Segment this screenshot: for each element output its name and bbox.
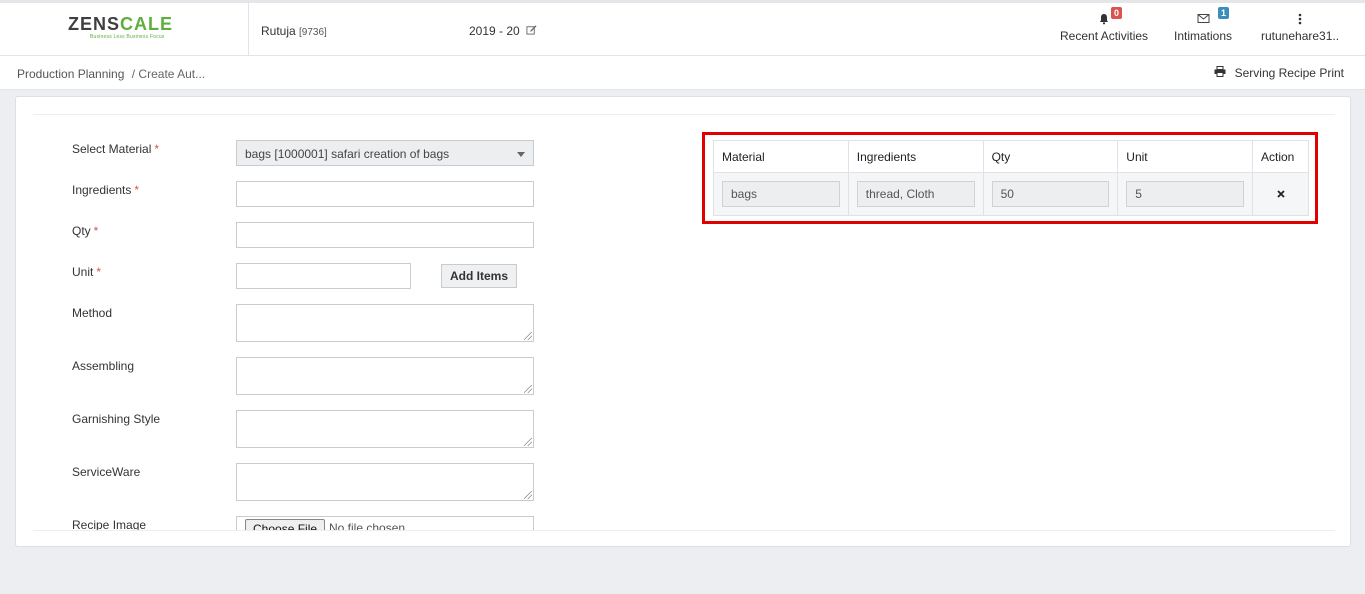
resize-handle-icon[interactable]	[524, 385, 532, 393]
user-name: Rutuja	[261, 24, 296, 38]
user-id: [9736]	[299, 27, 327, 38]
chevron-down-icon	[517, 152, 525, 157]
main-panel: Select Material * bags [1000001] safari c…	[15, 96, 1351, 547]
intimations-label: Intimations	[1174, 29, 1233, 43]
vertical-dots-icon	[1261, 13, 1339, 29]
qty-input[interactable]	[236, 222, 534, 248]
serviceware-textarea[interactable]	[236, 463, 534, 501]
material-label: Select Material *	[72, 142, 160, 156]
unit-label: Unit *	[72, 265, 102, 279]
activities-badge: 0	[1111, 7, 1123, 19]
header-divider	[248, 3, 249, 56]
serviceware-label: ServiceWare	[72, 465, 141, 479]
col-ingredients-header: Ingredients	[847, 140, 984, 173]
print-label: Serving Recipe Print	[1234, 66, 1344, 80]
resize-handle-icon[interactable]	[524, 332, 532, 340]
ingredients-label: Ingredients *	[72, 183, 140, 197]
user-menu-label: rutunehare31..	[1261, 29, 1340, 43]
user-info: Rutuja [9736]	[261, 24, 327, 38]
qty-label: Qty *	[72, 224, 99, 238]
breadcrumb: Production Planning / Create Aut...	[17, 67, 205, 81]
printer-icon	[1214, 66, 1226, 80]
panel-bottom-divider	[33, 530, 1335, 531]
method-textarea[interactable]	[236, 304, 534, 342]
col-qty-header: Qty	[982, 140, 1119, 173]
material-readonly-field: bags	[722, 181, 840, 207]
qty-readonly-field: 50	[991, 181, 1110, 207]
edit-icon[interactable]	[526, 24, 537, 38]
ingredients-input[interactable]	[236, 181, 534, 207]
recent-activities-label: Recent Activities	[1060, 29, 1149, 43]
recipe-image-label: Recipe Image	[72, 518, 147, 530]
resize-handle-icon[interactable]	[524, 491, 532, 499]
logo-tagline: Business Less Business Focus	[90, 34, 165, 40]
top-bar: ZENSCALE Business Less Business Focus Ru…	[0, 0, 1365, 56]
method-label: Method	[72, 306, 113, 320]
table-header-row: Material Ingredients Qty Unit Action	[713, 140, 1309, 173]
logo-text: ZENSCALE	[68, 14, 174, 34]
user-menu-nav[interactable]: rutunehare31..	[1261, 13, 1339, 43]
choose-file-button[interactable]: Choose File	[245, 519, 326, 530]
recent-activities-nav[interactable]: 0 Recent Activities	[1060, 7, 1149, 43]
intimations-nav[interactable]: 1 Intimations	[1174, 7, 1233, 43]
col-unit-header: Unit	[1117, 140, 1253, 173]
zenscale-logo[interactable]: ZENSCALE Business Less Business Focus	[68, 15, 180, 43]
resize-handle-icon[interactable]	[524, 438, 532, 446]
recipe-image-file-input[interactable]: Choose File No file chosen	[236, 516, 534, 530]
material-select[interactable]: bags [1000001] safari creation of bags	[236, 140, 534, 166]
assembling-label: Assembling	[72, 359, 135, 373]
cell-action	[1252, 172, 1309, 216]
garnishing-style-textarea[interactable]	[236, 410, 534, 448]
garnishing-style-label: Garnishing Style	[72, 412, 161, 426]
financial-year[interactable]: 2019 - 20	[469, 24, 537, 38]
remove-row-close-icon[interactable]	[1276, 187, 1285, 201]
items-table-highlight: Material Ingredients Qty Unit Action bag…	[702, 132, 1318, 224]
col-material-header: Material	[713, 140, 849, 173]
col-action-header: Action	[1252, 140, 1309, 173]
unit-readonly-field: 5	[1126, 181, 1244, 207]
recipe-form: Select Material * bags [1000001] safari c…	[16, 115, 676, 530]
serving-recipe-print-link[interactable]: Serving Recipe Print	[1214, 66, 1344, 80]
cell-material: bags	[713, 172, 849, 216]
items-table: Material Ingredients Qty Unit Action bag…	[713, 140, 1309, 216]
ingredients-readonly-field: thread, Cloth	[856, 181, 975, 207]
no-file-chosen-text: No file chosen	[329, 521, 406, 530]
breadcrumb-current: / Create Aut...	[131, 67, 206, 81]
cell-qty: 50	[982, 172, 1119, 216]
bell-icon: 0	[1060, 7, 1148, 29]
cell-ingredients: thread, Cloth	[847, 172, 984, 216]
add-items-button[interactable]: Add Items	[441, 264, 517, 288]
cell-unit: 5	[1117, 172, 1253, 216]
material-selected-value: bags [1000001] safari creation of bags	[245, 147, 450, 161]
intimations-badge: 1	[1218, 7, 1230, 19]
assembling-textarea[interactable]	[236, 357, 534, 395]
unit-input[interactable]	[236, 263, 411, 289]
sub-bar: Production Planning / Create Aut... Serv…	[0, 56, 1365, 90]
envelope-icon: 1	[1174, 7, 1232, 29]
table-row: bags thread, Cloth 50 5	[713, 172, 1309, 216]
year-label: 2019 - 20	[469, 24, 520, 38]
breadcrumb-root[interactable]: Production Planning	[17, 67, 124, 81]
